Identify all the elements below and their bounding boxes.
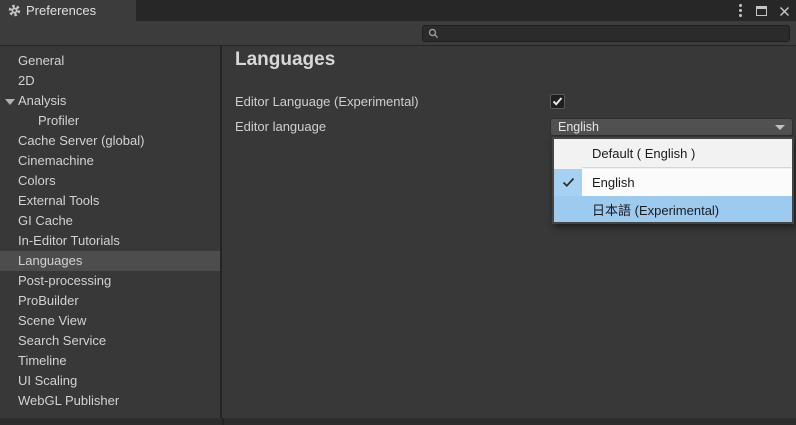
tab-bar: Preferences xyxy=(0,0,796,21)
sidebar-item-profiler[interactable]: Profiler xyxy=(0,111,220,131)
sidebar-item-probuilder[interactable]: ProBuilder xyxy=(0,291,220,311)
sidebar-item-scene-view[interactable]: Scene View xyxy=(0,311,220,331)
sidebar-item-general[interactable]: General xyxy=(0,51,220,71)
tab-preferences[interactable]: Preferences xyxy=(0,0,136,21)
checkmark-icon xyxy=(552,97,563,106)
sidebar-item-gi-cache[interactable]: GI Cache xyxy=(0,211,220,231)
chevron-down-icon xyxy=(775,124,785,130)
language-dropdown-menu: Default ( English ) English 日本語 (Experim… xyxy=(552,137,794,224)
sidebar: General 2D Analysis Profiler Cache Serve… xyxy=(0,46,222,418)
sidebar-item-in-editor-tutorials[interactable]: In-Editor Tutorials xyxy=(0,231,220,251)
sidebar-item-2d[interactable]: 2D xyxy=(0,71,220,91)
menu-item-default-english[interactable]: Default ( English ) xyxy=(554,139,792,167)
preferences-window: Preferences General 2D Analysis Profiler… xyxy=(0,0,796,425)
sidebar-item-languages[interactable]: Languages xyxy=(0,251,220,271)
sidebar-item-ui-scaling[interactable]: UI Scaling xyxy=(0,371,220,391)
sidebar-item-post-processing[interactable]: Post-processing xyxy=(0,271,220,291)
menu-item-label: Default ( English ) xyxy=(592,145,696,161)
search-field[interactable] xyxy=(422,25,790,42)
sidebar-item-external-tools[interactable]: External Tools xyxy=(0,191,220,211)
toolbar xyxy=(0,21,796,46)
menu-checkmark-icon xyxy=(554,169,582,196)
menu-check-gutter xyxy=(554,196,582,222)
page-title: Languages xyxy=(235,49,336,70)
search-icon xyxy=(428,28,439,39)
menu-separator xyxy=(582,167,791,168)
sidebar-item-colors[interactable]: Colors xyxy=(0,171,220,191)
menu-item-label: English xyxy=(592,175,635,190)
editor-language-dropdown[interactable]: English xyxy=(550,118,793,136)
window-controls xyxy=(737,0,790,21)
dropdown-value: English xyxy=(558,120,599,134)
sidebar-item-search-service[interactable]: Search Service xyxy=(0,331,220,351)
sidebar-item-timeline[interactable]: Timeline xyxy=(0,351,220,371)
tab-title: Preferences xyxy=(26,3,97,18)
search-input[interactable] xyxy=(443,26,784,41)
sidebar-item-webgl-publisher[interactable]: WebGL Publisher xyxy=(0,391,220,411)
maximize-icon[interactable] xyxy=(756,5,767,16)
editor-language-experimental-label: Editor Language (Experimental) xyxy=(235,94,419,109)
sidebar-item-cache-server[interactable]: Cache Server (global) xyxy=(0,131,220,151)
menu-check-gutter xyxy=(554,139,582,167)
kebab-menu-icon[interactable] xyxy=(737,2,744,19)
menu-item-japanese-experimental[interactable]: 日本語 (Experimental) xyxy=(554,196,792,222)
menu-item-label: 日本語 (Experimental) xyxy=(592,202,720,218)
gear-icon xyxy=(8,4,21,17)
sidebar-item-cinemachine[interactable]: Cinemachine xyxy=(0,151,220,171)
main-panel: Languages Editor Language (Experimental)… xyxy=(224,46,796,418)
sidebar-item-label: Analysis xyxy=(18,93,67,108)
menu-item-english[interactable]: English xyxy=(554,169,792,196)
editor-language-experimental-checkbox[interactable] xyxy=(550,94,565,109)
editor-language-label: Editor language xyxy=(235,119,327,134)
close-icon[interactable] xyxy=(779,5,790,17)
foldout-caret-icon[interactable] xyxy=(5,99,15,105)
sidebar-item-analysis[interactable]: Analysis xyxy=(0,91,220,111)
window-bottom-edge xyxy=(0,418,796,425)
